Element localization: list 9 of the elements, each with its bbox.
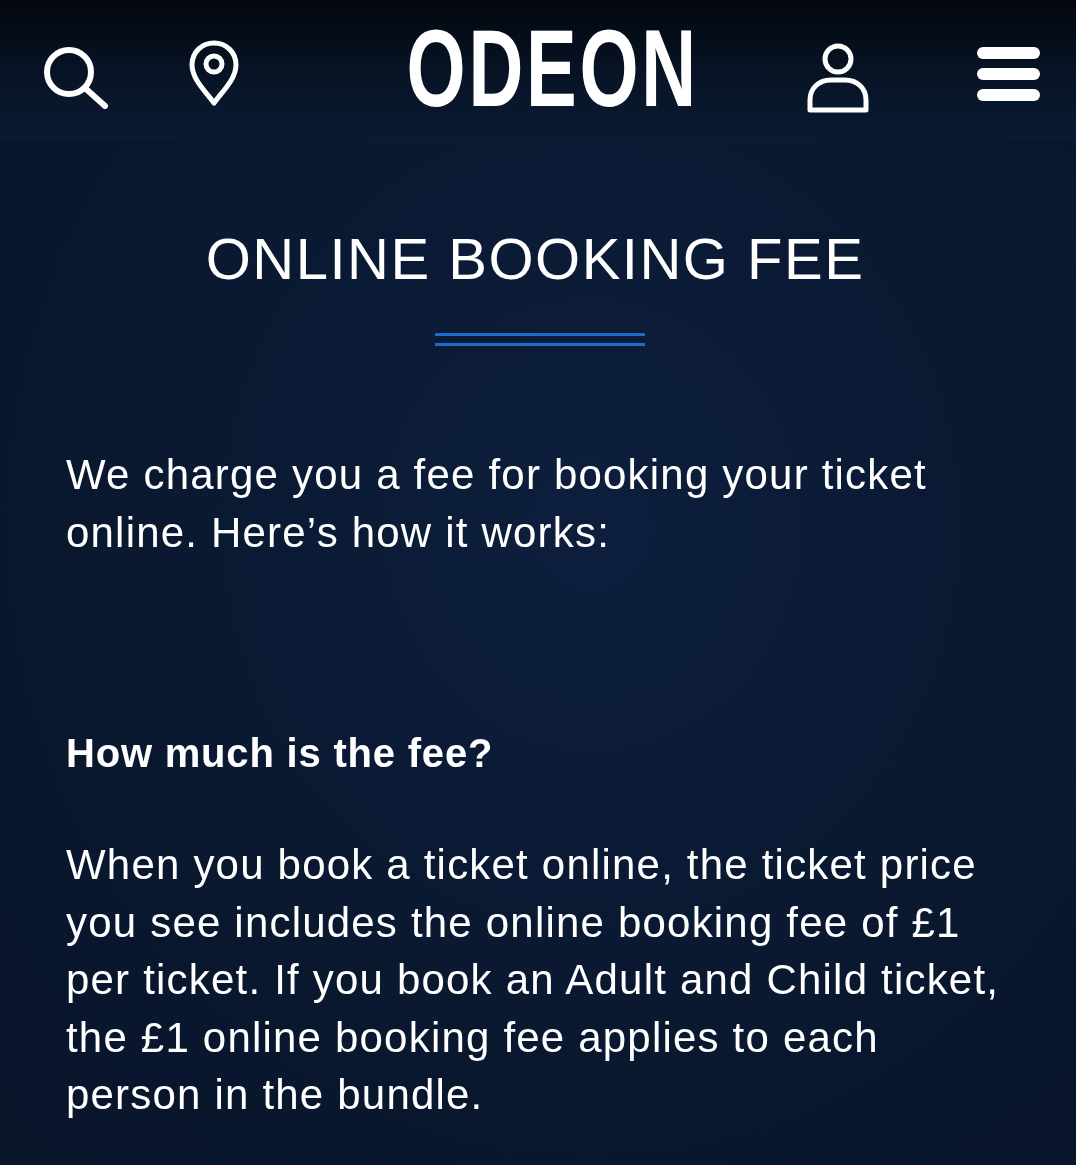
search-icon[interactable] bbox=[42, 45, 108, 109]
menu-icon[interactable] bbox=[977, 47, 1040, 101]
location-pin-icon[interactable] bbox=[188, 40, 240, 106]
section-heading: How much is the fee? bbox=[66, 730, 495, 777]
user-icon[interactable] bbox=[807, 42, 869, 113]
logo[interactable]: ODEON bbox=[406, 26, 700, 110]
intro-paragraph: We charge you a fee for booking your ticket online. Here’s how it works: bbox=[66, 450, 928, 558]
page-title: ONLINE BOOKING FEE bbox=[204, 225, 866, 293]
section-paragraph: When you book a ticket online, the ticket price you see includes the online booking fee of £1 per ticket. If you book an Adult and Child ticket, the £1 online booking fee applies to each person in the bundle. bbox=[66, 840, 1001, 1120]
